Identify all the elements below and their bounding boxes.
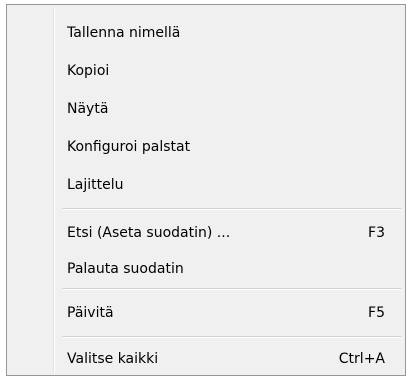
menu-item-label: Etsi (Aseta suodatin) ... — [67, 225, 231, 241]
menu-item-shortcut: Ctrl+A — [338, 351, 385, 367]
menu-item-reset-filter[interactable]: Palauta suodatin — [9, 255, 403, 285]
menu-separator — [63, 336, 401, 338]
menu-item-refresh[interactable]: Päivitä F5 — [9, 299, 403, 329]
menu-item-find-set-filter[interactable]: Etsi (Aseta suodatin) ... F3 — [9, 219, 403, 249]
menu-item-label: Näytä — [67, 101, 109, 117]
menu-item-label: Valitse kaikki — [67, 351, 159, 367]
menu-item-sorting[interactable]: Lajittelu — [9, 171, 403, 201]
menu-item-label: Palauta suodatin — [67, 261, 184, 277]
menu-item-save-as[interactable]: Tallenna nimellä — [9, 19, 403, 49]
menu-separator — [63, 208, 401, 210]
menu-item-label: Tallenna nimellä — [67, 25, 181, 41]
context-menu: Tallenna nimellä Kopioi Näytä Konfiguroi… — [6, 4, 406, 376]
menu-item-label: Konfiguroi palstat — [67, 139, 191, 155]
menu-item-label: Kopioi — [67, 63, 110, 79]
menu-item-shortcut: F5 — [368, 305, 385, 321]
menu-separator — [63, 288, 401, 290]
menu-item-label: Lajittelu — [67, 177, 124, 193]
menu-item-label: Päivitä — [67, 305, 114, 321]
menu-item-copy[interactable]: Kopioi — [9, 57, 403, 87]
menu-item-configure-columns[interactable]: Konfiguroi palstat — [9, 133, 403, 163]
menu-item-show[interactable]: Näytä — [9, 95, 403, 125]
menu-item-shortcut: F3 — [368, 225, 385, 241]
menu-item-select-all[interactable]: Valitse kaikki Ctrl+A — [9, 345, 403, 375]
